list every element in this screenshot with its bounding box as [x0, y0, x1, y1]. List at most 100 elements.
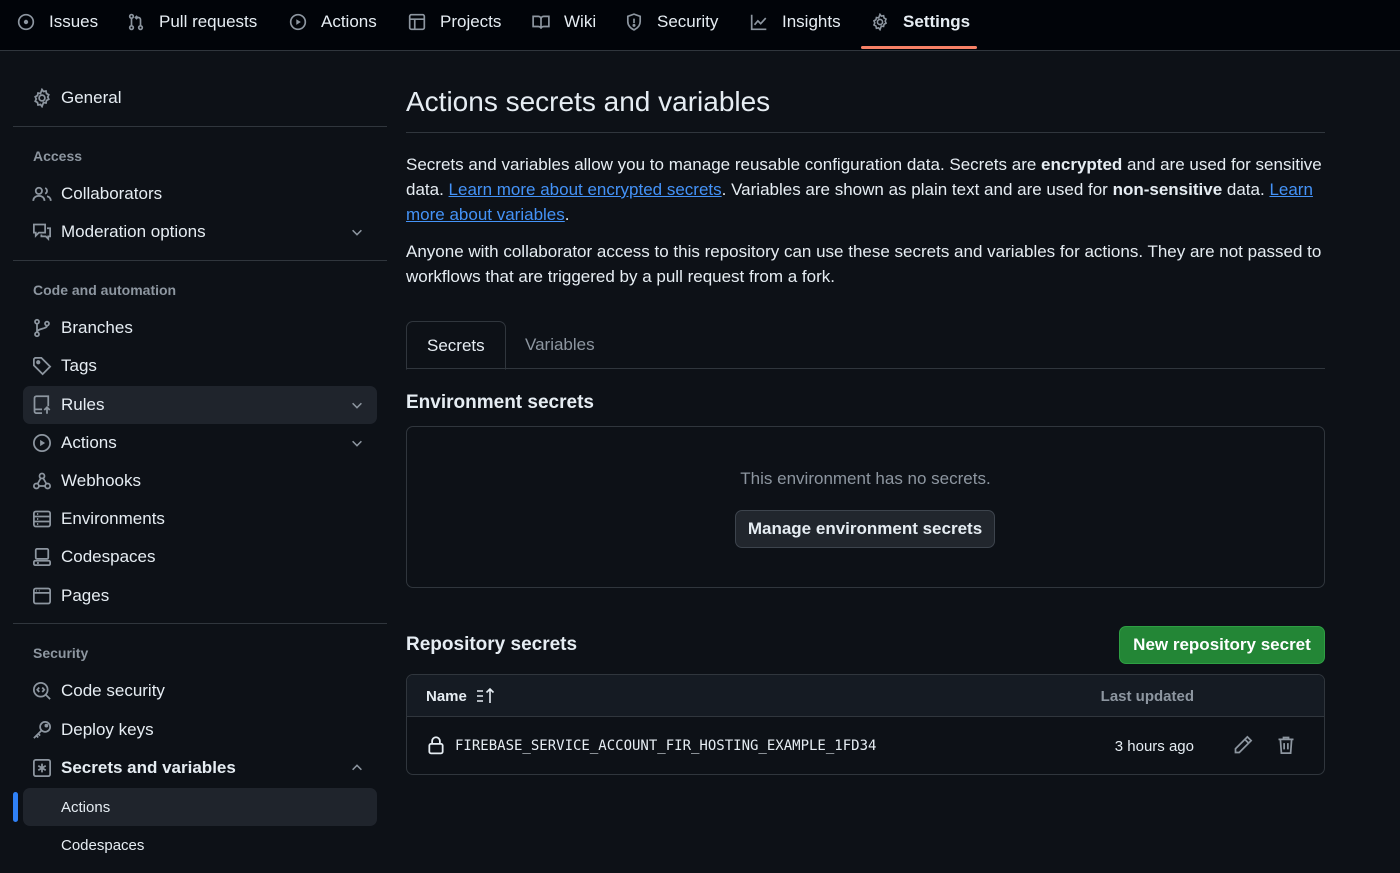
environment-secrets-box: This environment has no secrets. Manage …: [406, 426, 1325, 588]
sidebar-item-code-security[interactable]: Code security: [23, 672, 377, 710]
graph-icon: [750, 14, 767, 31]
trash-icon[interactable]: [1276, 735, 1296, 755]
intro-text: . Variables are shown as plain text and …: [721, 180, 1113, 199]
repo-push-icon: [33, 395, 51, 414]
sidebar-item-tags[interactable]: Tags: [23, 347, 377, 385]
book-icon: [532, 15, 550, 29]
sidebar-heading-security: Security: [33, 645, 89, 661]
people-icon: [32, 186, 52, 201]
environment-secrets-heading: Environment secrets: [406, 392, 594, 413]
tag-icon: [33, 357, 52, 376]
sidebar-item-label: Rules: [61, 395, 105, 414]
codespaces-icon: [33, 548, 51, 566]
settings-sidebar: General Access Collaborators Moderation …: [0, 51, 400, 873]
secrets-variables-tabs: Secrets Variables: [406, 321, 1325, 370]
sidebar-item-collaborators[interactable]: Collaborators: [23, 175, 377, 213]
tab-variables[interactable]: Variables: [505, 321, 615, 369]
secret-name: FIREBASE_SERVICE_ACCOUNT_FIR_HOSTING_EXA…: [455, 738, 877, 754]
sidebar-item-rules[interactable]: Rules: [23, 386, 377, 424]
sidebar-item-label: Deploy keys: [61, 720, 154, 739]
comment-discussion-icon: [33, 223, 51, 241]
new-repository-secret-button[interactable]: New repository secret: [1119, 626, 1325, 664]
sidebar-item-deploy-keys[interactable]: Deploy keys: [23, 711, 377, 749]
lock-icon: [428, 736, 444, 755]
sidebar-item-secrets-variables[interactable]: Secrets and variables: [23, 749, 377, 787]
shield-icon: [626, 13, 642, 31]
sidebar-item-label: Collaborators: [61, 184, 163, 203]
asterisk-icon: [33, 759, 51, 777]
play-icon: [33, 434, 51, 452]
sidebar-item-label: Branches: [61, 318, 133, 337]
title-divider: [406, 132, 1325, 133]
sidebar-item-branches[interactable]: Branches: [23, 309, 377, 347]
empty-state-message: This environment has no secrets.: [740, 469, 991, 488]
tab-wiki[interactable]: Wiki: [532, 0, 596, 50]
sidebar-item-label: Codespaces: [61, 836, 145, 854]
pencil-icon[interactable]: [1233, 735, 1253, 755]
sidebar-item-label: Pages: [61, 586, 110, 605]
pull-request-icon: [128, 13, 144, 31]
sidebar-item-label: Code security: [61, 681, 165, 700]
column-header-name[interactable]: Name: [426, 688, 467, 705]
sidebar-divider: [13, 126, 387, 127]
repository-secrets-table: Name Last updated FIREBASE_SERVICE_ACCOU…: [406, 674, 1325, 775]
table-header: Name Last updated: [407, 675, 1324, 717]
sidebar-item-label: Actions: [61, 798, 111, 816]
server-icon: [33, 510, 51, 528]
sidebar-item-label: Actions: [61, 433, 117, 452]
key-icon: [33, 721, 51, 739]
sidebar-item-label: Webhooks: [61, 471, 142, 490]
browser-icon: [33, 587, 51, 605]
tab-label: Pull requests: [159, 12, 258, 31]
page-title: Actions secrets and variables: [406, 86, 771, 117]
tab-label: Settings: [903, 12, 971, 31]
sidebar-divider: [13, 623, 387, 624]
gear-icon: [872, 13, 888, 31]
sidebar-heading-access: Access: [33, 148, 83, 164]
sidebar-item-pages[interactable]: Pages: [23, 577, 377, 615]
tab-insights[interactable]: Insights: [750, 0, 841, 50]
access-note: Anyone with collaborator access to this …: [406, 242, 1322, 286]
tab-label: Wiki: [564, 12, 597, 31]
sidebar-item-label: Moderation options: [61, 222, 206, 241]
sort-asc-icon[interactable]: [476, 687, 496, 705]
intro-text: Secrets and variables allow you to manag…: [406, 155, 1042, 174]
sidebar-item-environments[interactable]: Environments: [23, 500, 377, 538]
gear-icon: [34, 88, 50, 108]
chevron-up-icon: [352, 764, 362, 771]
tab-pull-requests[interactable]: Pull requests: [127, 0, 257, 50]
repository-secrets-heading: Repository secrets: [406, 634, 578, 655]
sidebar-subitem-actions[interactable]: Actions: [23, 788, 377, 826]
tab-label: Insights: [782, 12, 841, 31]
tab-label: Issues: [49, 12, 99, 31]
tab-label: Security: [657, 12, 719, 31]
sidebar-item-codespaces[interactable]: Codespaces: [23, 538, 377, 576]
intro-emphasis: non-sensitive: [1112, 180, 1223, 199]
sidebar-item-label: Environments: [61, 509, 165, 528]
sidebar-item-label: General: [61, 88, 122, 107]
sidebar-item-moderation[interactable]: Moderation options: [23, 213, 377, 251]
sidebar-divider: [13, 260, 387, 261]
chevron-down-icon: [352, 402, 362, 409]
learn-secrets-link[interactable]: Learn more about encrypted secrets: [449, 180, 722, 199]
manage-environment-secrets-button[interactable]: Manage environment secrets: [735, 510, 995, 548]
sidebar-subitem-codespaces[interactable]: Codespaces: [23, 826, 377, 864]
tab-settings[interactable]: Settings: [871, 0, 970, 50]
sidebar-item-label: Tags: [61, 356, 97, 375]
tab-projects[interactable]: Projects: [408, 0, 501, 50]
tab-secrets[interactable]: Secrets: [406, 321, 506, 370]
sidebar-item-actions[interactable]: Actions: [23, 424, 377, 462]
repo-nav: Issues Pull requests Actions Projects Wi…: [0, 0, 1400, 51]
intro-paragraph: Secrets and variables allow you to manag…: [406, 152, 1325, 227]
tab-label: Actions: [321, 12, 377, 31]
tab-actions[interactable]: Actions: [289, 0, 377, 50]
active-item-indicator: [13, 792, 18, 822]
column-header-last-updated: Last updated: [1100, 688, 1194, 705]
sidebar-item-label: Secrets and variables: [61, 758, 236, 777]
tab-security[interactable]: Security: [625, 0, 718, 50]
sidebar-item-general[interactable]: General: [23, 79, 377, 117]
chevron-down-icon: [352, 440, 362, 447]
sidebar-item-webhooks[interactable]: Webhooks: [23, 462, 377, 500]
table-icon: [408, 13, 426, 31]
tab-issues[interactable]: Issues: [17, 0, 98, 50]
